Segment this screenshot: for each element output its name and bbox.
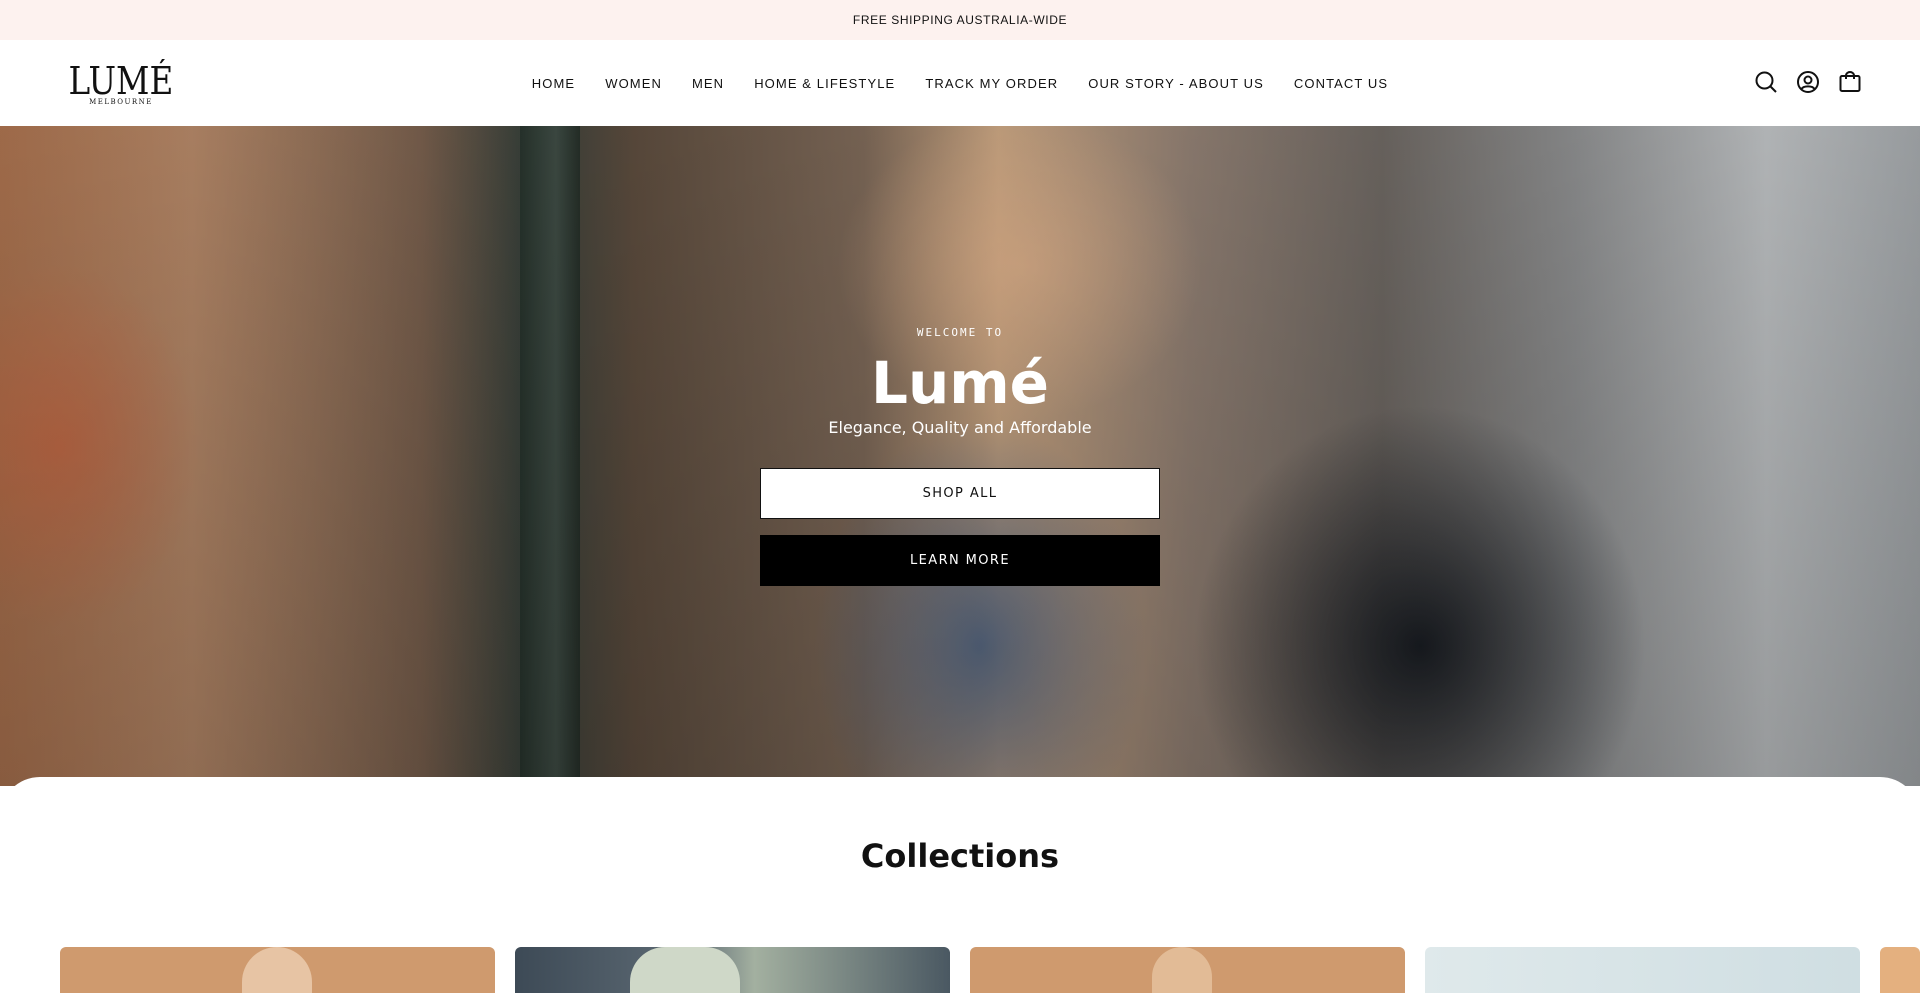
shop-all-button[interactable]: SHOP ALL <box>760 468 1160 519</box>
hero-subtitle: Elegance, Quality and Affordable <box>828 418 1092 437</box>
collection-card[interactable] <box>1880 947 1920 993</box>
learn-more-button[interactable]: LEARN MORE <box>760 535 1160 586</box>
nav-item-women[interactable]: WOMEN <box>605 76 662 91</box>
logo[interactable]: LUMÉ MELBOURNE <box>66 56 176 110</box>
hero-content: WELCOME TO Lumé Elegance, Quality and Af… <box>0 126 1920 786</box>
collection-card[interactable] <box>60 947 495 993</box>
cart-icon[interactable] <box>1838 70 1862 94</box>
logo-wordmark: LUMÉ <box>68 58 174 103</box>
header-icons <box>1754 70 1862 94</box>
collection-card-image <box>1152 947 1212 993</box>
search-icon[interactable] <box>1754 70 1778 94</box>
collection-card-image <box>242 947 312 993</box>
collections-heading: Collections <box>860 837 1060 875</box>
announcement-bar: FREE SHIPPING AUSTRALIA-WIDE <box>0 0 1920 40</box>
nav-item-contact[interactable]: CONTACT US <box>1294 76 1388 91</box>
hero-eyebrow: WELCOME TO <box>916 326 1004 339</box>
collection-card[interactable] <box>970 947 1405 993</box>
announcement-text: FREE SHIPPING AUSTRALIA-WIDE <box>852 13 1068 27</box>
nav-item-home[interactable]: HOME <box>532 76 575 91</box>
hero-banner: WELCOME TO Lumé Elegance, Quality and Af… <box>0 126 1920 786</box>
nav-item-home-lifestyle[interactable]: HOME & LIFESTYLE <box>754 76 895 91</box>
collections-section: Collections <box>0 777 1920 993</box>
nav-item-men[interactable]: MEN <box>692 76 724 91</box>
nav-item-track-order[interactable]: TRACK MY ORDER <box>925 76 1058 91</box>
collection-card[interactable] <box>515 947 950 993</box>
collection-card[interactable] <box>1425 947 1860 993</box>
account-icon[interactable] <box>1796 70 1820 94</box>
hero-title: Lumé <box>870 349 1050 417</box>
nav-item-our-story[interactable]: OUR STORY - ABOUT US <box>1088 76 1264 91</box>
site-header: LUMÉ MELBOURNE HOME WOMEN MEN HOME & LIF… <box>0 40 1920 126</box>
collection-card-image <box>630 947 740 993</box>
main-nav: HOME WOMEN MEN HOME & LIFESTYLE TRACK MY… <box>0 40 1920 126</box>
